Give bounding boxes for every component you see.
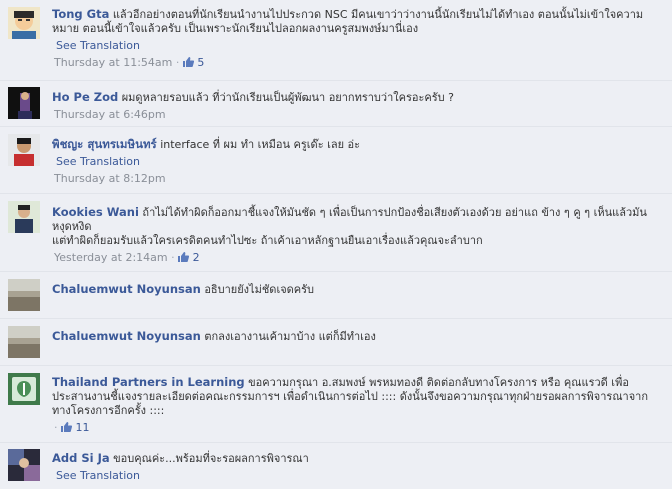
comment-text-continued: แต่ทำผิดก็ยอมรับแล้วใครเครดิตคนทำไปซะ ถ้… (52, 234, 483, 247)
comment-item: Add Si Ja ขอบคุณค่ะ...พร้อมที่จะรอผลการพ… (0, 443, 672, 489)
commenter-name[interactable]: Kookies Wani (52, 205, 139, 219)
comment-text: ตกลงเอางานเค้ามาบ้าง แต่ก็มีทำเอง (204, 330, 376, 343)
avatar[interactable] (8, 279, 40, 311)
comment-text: ถ้าไม่ได้ทำผิดก็ออกมาชี้แจงให้มันชัด ๆ เ… (52, 206, 647, 233)
commenter-name[interactable]: Thailand Partners in Learning (52, 375, 245, 389)
comment-text: ขอบคุณค่ะ...พร้อมที่จะรอผลการพิจารณา (113, 452, 309, 465)
likes-count[interactable]: 11 (61, 421, 90, 434)
avatar-add-si-ja (8, 449, 40, 481)
see-translation-link[interactable]: See Translation (56, 39, 140, 53)
avatar-chaluemwut (8, 279, 40, 311)
comment-item: Ho Pe Zod ผมดูหลายรอบแล้ว ที่ว่านักเรียน… (0, 81, 672, 127)
comment-time[interactable]: Yesterday at 2:14am (54, 251, 168, 264)
meta-separator: · (171, 251, 175, 264)
thumbs-up-icon (61, 422, 72, 432)
comment-time[interactable]: Thursday at 8:12pm (54, 172, 166, 185)
see-translation-link[interactable]: See Translation (56, 469, 140, 483)
meta-separator: · (54, 421, 58, 434)
see-translation-link[interactable]: See Translation (56, 155, 140, 169)
avatar[interactable] (8, 326, 40, 358)
commenter-name[interactable]: Chaluemwut Noyunsan (52, 329, 201, 343)
comment-item: Chaluemwut Noyunsan ตกลงเอางานเค้ามาบ้าง… (0, 319, 672, 366)
comment-time[interactable]: Thursday at 11:54am (54, 56, 172, 69)
comment-meta: · 11 (54, 421, 662, 435)
meta-separator: · (175, 56, 180, 69)
comment-text: interface ที่ ผม ทำ เหมือน ครูเด๊ะ เลย อ… (160, 138, 361, 151)
avatar-tong-gta (8, 7, 40, 39)
avatar[interactable] (8, 449, 40, 481)
commenter-name[interactable]: Ho Pe Zod (52, 90, 118, 104)
comment-item: Tong Gta แล้วอีกอย่างตอนที่นักเรียนนำงาน… (0, 0, 672, 81)
comment-item: Kookies Wani ถ้าไม่ได้ทำผิดก็ออกมาชี้แจง… (0, 194, 672, 272)
likes-count[interactable]: 2 (178, 251, 200, 264)
commenter-name[interactable]: Tong Gta (52, 7, 109, 21)
likes-count-value: 2 (192, 251, 200, 264)
likes-count-value: 11 (75, 421, 90, 434)
avatar[interactable] (8, 7, 40, 39)
comment-item: Chaluemwut Noyunsan อธิบายยังไม่ชัดเจดคร… (0, 272, 672, 319)
comment-meta: Thursday at 6:46pm (54, 108, 662, 122)
avatar-ho-pe-zod (8, 87, 40, 119)
avatar-kookies-wani (8, 201, 40, 233)
comment-text: แล้วอีกอย่างตอนที่นักเรียนนำงานไปประกวด … (52, 8, 644, 35)
comment-meta: Thursday at 8:12pm (54, 172, 662, 186)
thumbs-up-icon (182, 57, 194, 67)
likes-count[interactable]: 5 (182, 56, 205, 69)
comment-text: อธิบายยังไม่ชัดเจดครับ (204, 283, 315, 296)
commenter-name[interactable]: Chaluemwut Noyunsan (52, 282, 201, 296)
avatar-chaluemwut (8, 326, 40, 358)
avatar[interactable] (8, 201, 40, 233)
comment-meta: Thursday at 11:54am · 5 (54, 56, 662, 70)
comment-meta: Yesterday at 2:14am · 2 (54, 251, 662, 265)
avatar[interactable] (8, 373, 40, 405)
comment-time[interactable]: Thursday at 6:46pm (54, 108, 166, 121)
likes-count-value: 5 (197, 56, 205, 69)
commenter-name[interactable]: Add Si Ja (52, 451, 110, 465)
comment-item: พิชญะ สุนทรเมษินทร์ interface ที่ ผม ทำ … (0, 127, 672, 194)
avatar-pitchaya (8, 134, 40, 166)
comment-list: Tong Gta แล้วอีกอย่างตอนที่นักเรียนนำงาน… (0, 0, 672, 489)
comment-text: ผมดูหลายรอบแล้ว ที่ว่านักเรียนเป็นผู้พัฒ… (121, 91, 454, 104)
commenter-name[interactable]: พิชญะ สุนทรเมษินทร์ (52, 137, 157, 151)
thumbs-up-icon (178, 252, 190, 262)
avatar[interactable] (8, 87, 40, 119)
avatar-thailand-partners (8, 373, 40, 405)
comment-item: Thailand Partners in Learning ขอความกรุณ… (0, 366, 672, 443)
avatar[interactable] (8, 134, 40, 166)
